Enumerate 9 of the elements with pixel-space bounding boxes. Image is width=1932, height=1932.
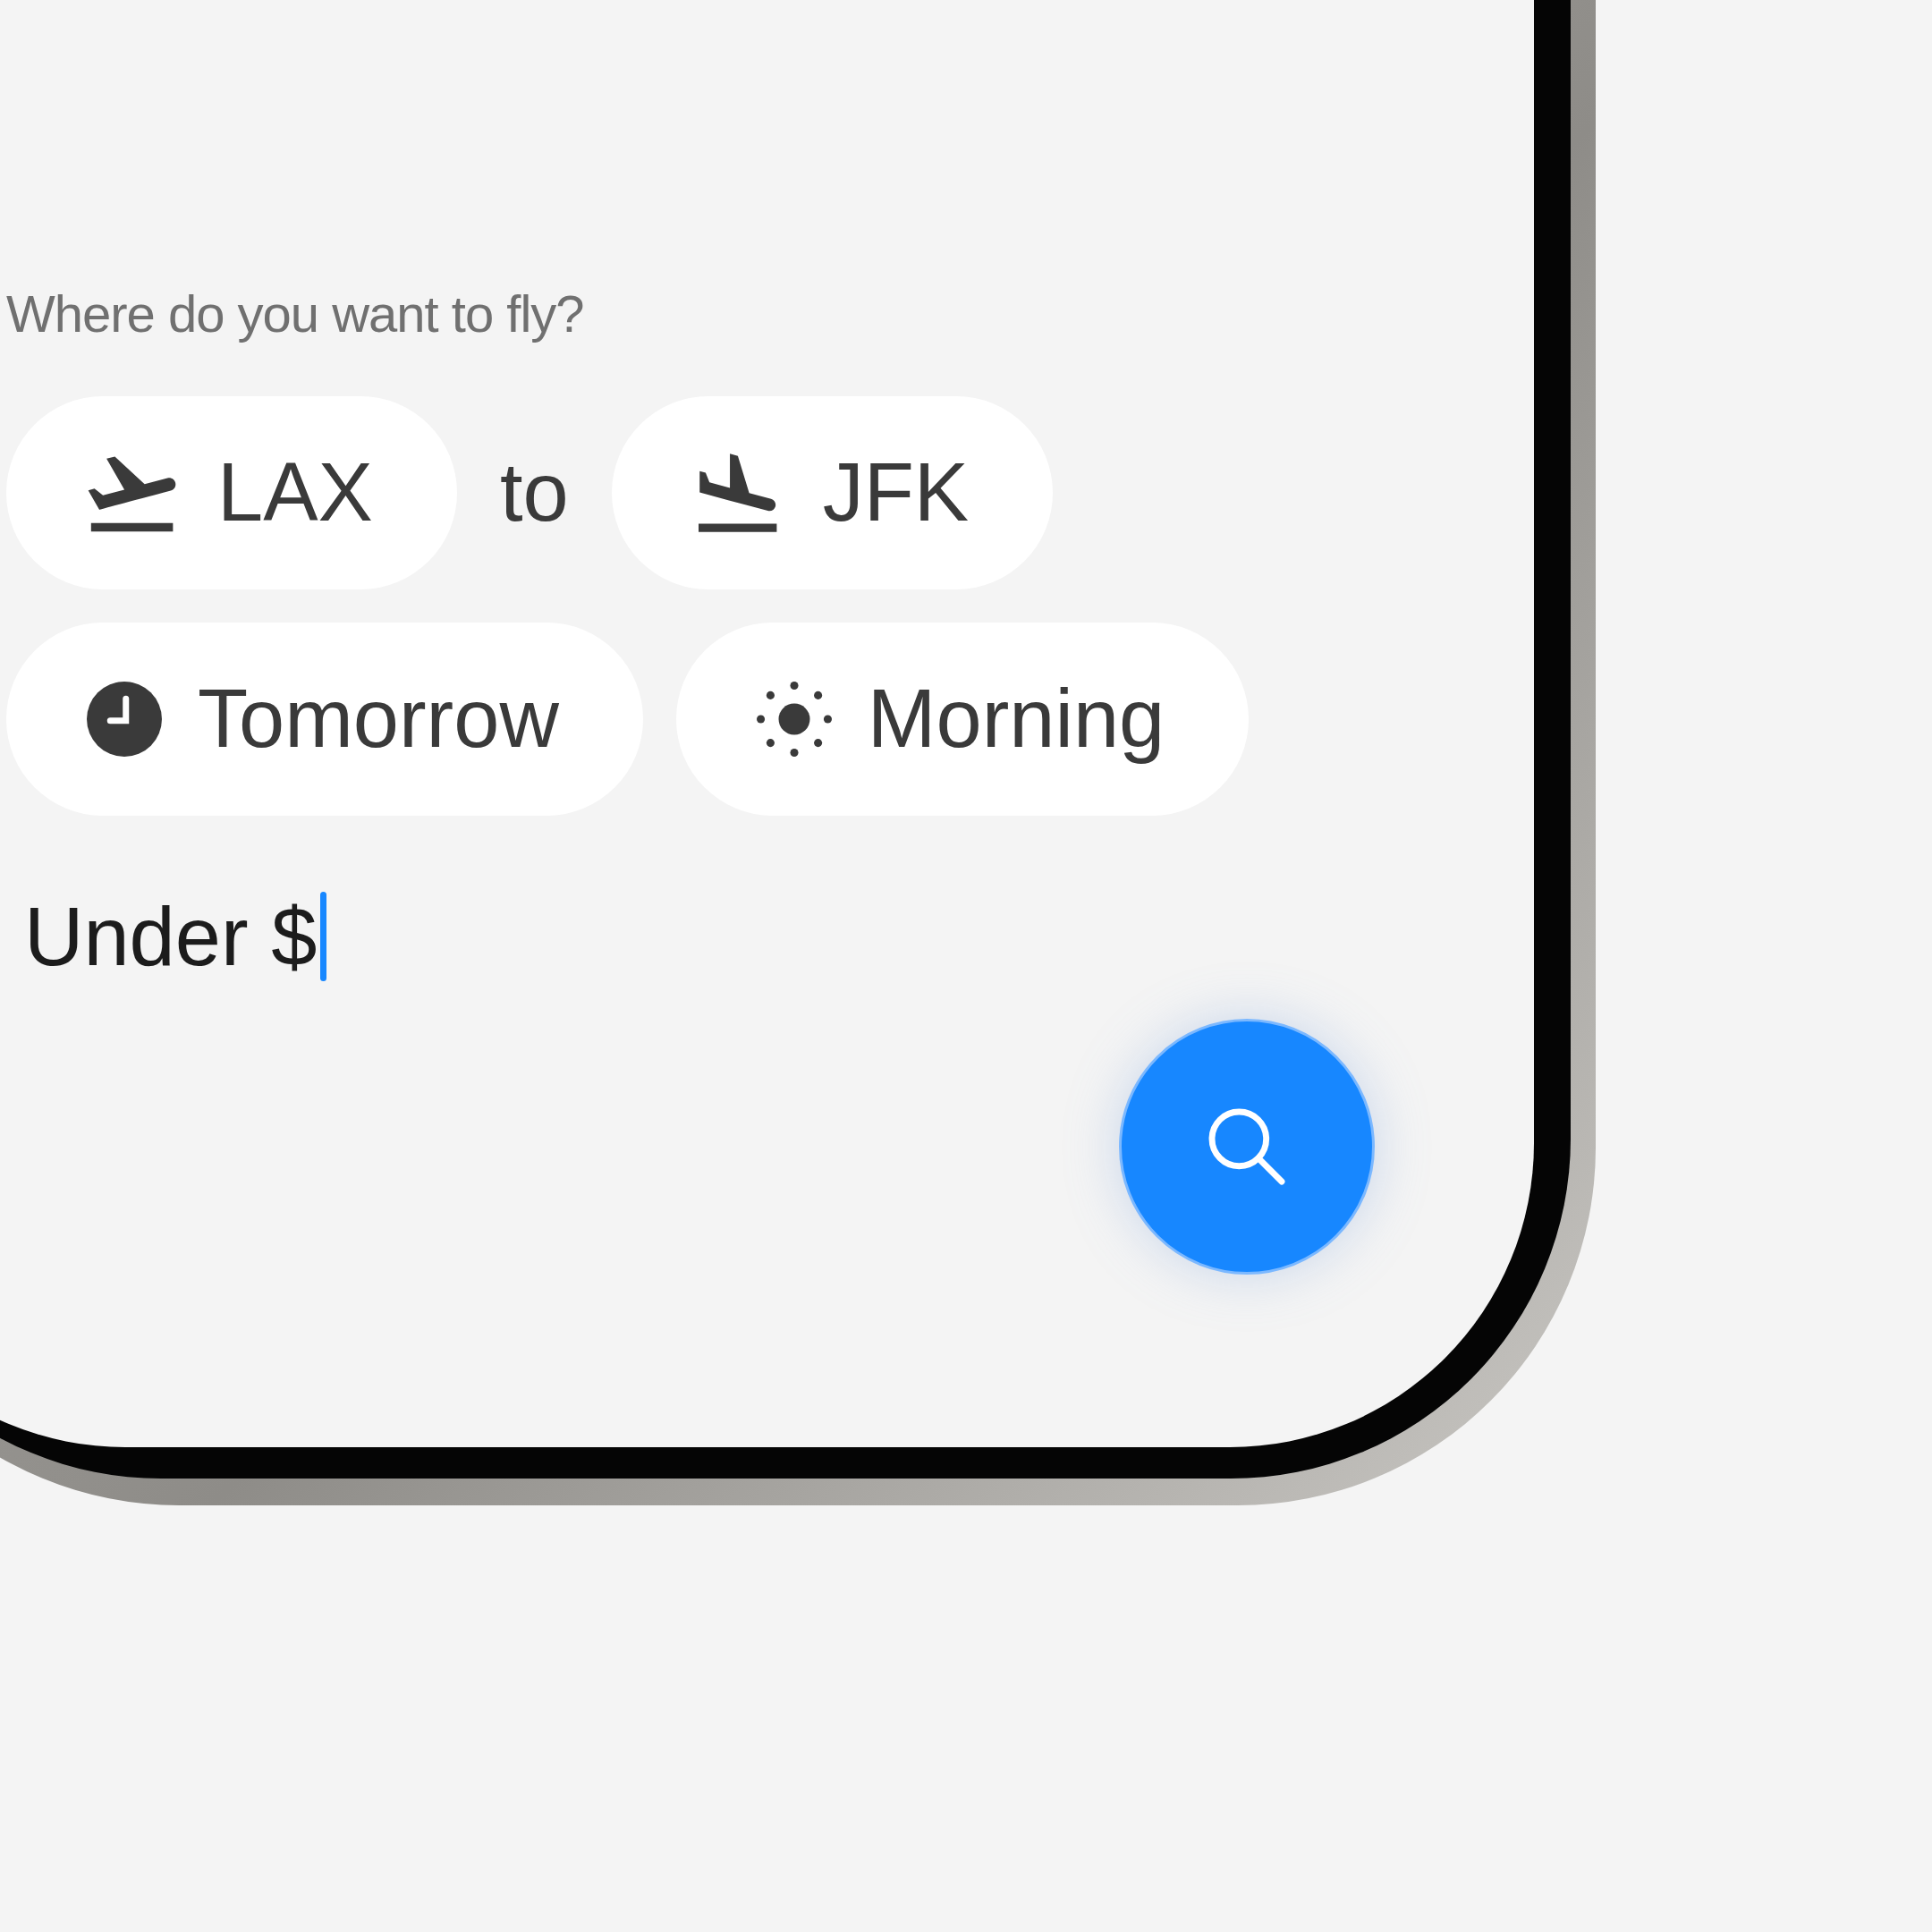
destination-chip[interactable]: JFK [611,395,1054,589]
time-chip[interactable]: Morning [675,622,1250,816]
sun-icon [756,681,832,757]
budget-field[interactable]: Under $ [24,886,327,986]
connector-text: to [499,445,569,540]
origin-chip[interactable]: LAX [6,395,457,589]
date-chip[interactable]: Tomorrow [6,622,643,816]
clock-icon [87,681,162,757]
prompt-text: Where do you want to fly? [6,284,585,344]
